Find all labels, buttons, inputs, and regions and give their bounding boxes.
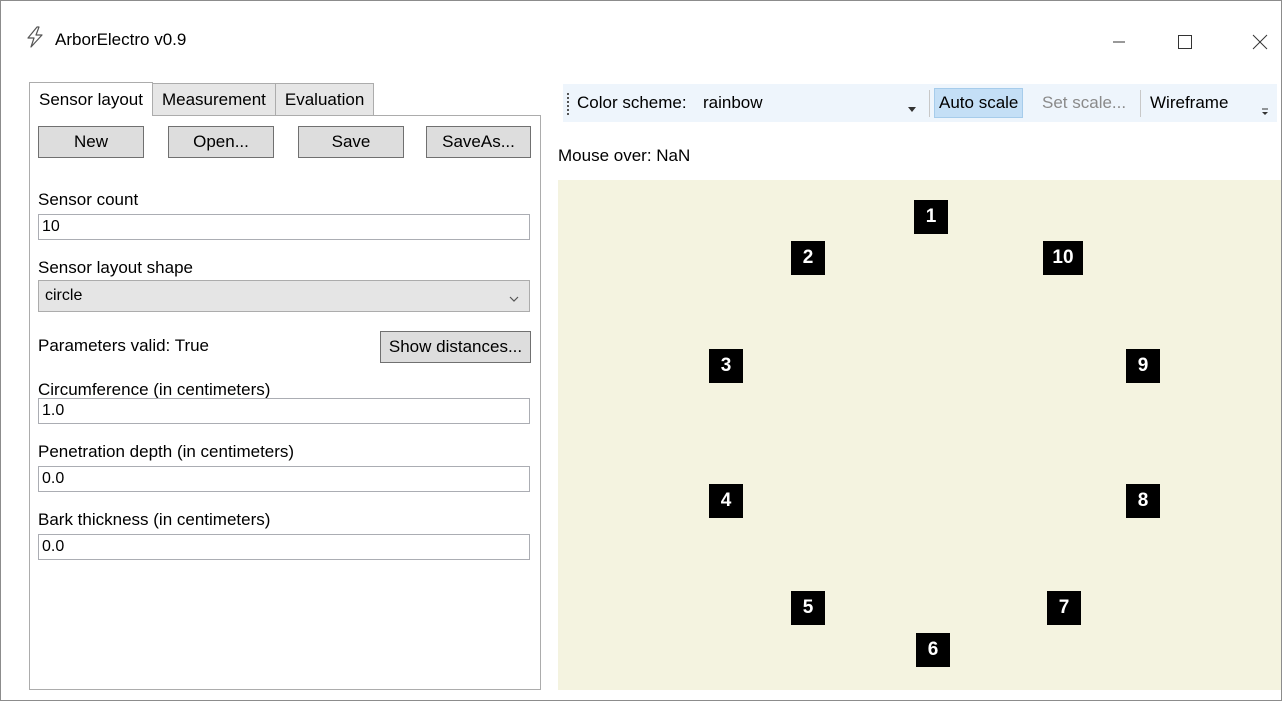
minimize-icon: [1112, 35, 1126, 49]
sensor-count-label: Sensor count: [38, 190, 139, 209]
mouse-over-readout: Mouse over: NaN: [558, 146, 691, 165]
maximize-button[interactable]: [1165, 22, 1205, 62]
open-button[interactable]: Open...: [168, 126, 274, 158]
circumference-field[interactable]: 1.0: [38, 398, 530, 424]
shape-select-value: circle: [45, 287, 83, 304]
chevron-down-icon: [509, 290, 519, 308]
save-button[interactable]: Save: [298, 126, 404, 158]
bark-thickness-field[interactable]: 0.0: [38, 534, 530, 560]
dropdown-arrow-icon: [908, 100, 916, 118]
sensor-marker-9: 9: [1126, 349, 1160, 383]
close-button[interactable]: [1240, 22, 1280, 62]
tab-sensor-layout[interactable]: Sensor layout: [29, 82, 153, 116]
new-button[interactable]: New: [38, 126, 144, 158]
maximize-icon: [1177, 34, 1193, 50]
sensor-marker-2: 2: [791, 241, 825, 275]
tab-strip: Sensor layout Measurement Evaluation: [29, 82, 375, 116]
sensor-marker-8: 8: [1126, 484, 1160, 518]
save-as-button[interactable]: SaveAs...: [426, 126, 531, 158]
color-scheme-value: rainbow: [703, 93, 763, 112]
circumference-label: Circumference (in centimeters): [38, 380, 271, 399]
color-scheme-label: Color scheme:: [577, 93, 687, 112]
toolbar-separator: [929, 90, 930, 117]
sensor-marker-3: 3: [709, 349, 743, 383]
toolbar-overflow-icon[interactable]: [1261, 104, 1269, 122]
window-title: ArborElectro v0.9: [55, 30, 187, 49]
parameters-valid-status: Parameters valid: True: [38, 336, 210, 355]
toolbar-grip[interactable]: [567, 93, 569, 115]
sensor-marker-4: 4: [709, 484, 743, 518]
sensor-marker-7: 7: [1047, 591, 1081, 625]
show-distances-button[interactable]: Show distances...: [380, 331, 531, 363]
auto-scale-button[interactable]: Auto scale: [934, 88, 1024, 118]
sensor-layout-shape-label: Sensor layout shape: [38, 258, 193, 277]
title-bar[interactable]: ArborElectro v0.9: [0, 0, 1282, 64]
penetration-depth-field[interactable]: 0.0: [38, 466, 530, 492]
lightning-icon: [25, 26, 45, 48]
toolbar-separator: [1140, 90, 1141, 117]
sensor-layout-shape-select[interactable]: circle: [38, 280, 530, 312]
tab-evaluation[interactable]: Evaluation: [274, 83, 375, 115]
set-scale-button[interactable]: Set scale...: [1038, 88, 1130, 118]
bark-thickness-label: Bark thickness (in centimeters): [38, 510, 271, 529]
close-icon: [1252, 34, 1268, 50]
sensor-marker-6: 6: [916, 633, 950, 667]
sensor-count-field[interactable]: 10: [38, 214, 530, 240]
tab-measurement[interactable]: Measurement: [151, 83, 276, 115]
sensor-layout-plot[interactable]: 1 2 3 4 5 6 7 8 9 10: [558, 180, 1281, 690]
plot-toolbar: Color scheme: rainbow Auto scale Set sca…: [563, 84, 1277, 122]
color-scheme-select[interactable]: rainbow: [701, 88, 921, 118]
sensor-marker-10: 10: [1043, 241, 1083, 275]
minimize-button[interactable]: [1099, 22, 1139, 62]
sensor-marker-5: 5: [791, 591, 825, 625]
wireframe-button[interactable]: Wireframe: [1146, 88, 1232, 118]
sensor-marker-1: 1: [914, 200, 948, 234]
penetration-depth-label: Penetration depth (in centimeters): [38, 442, 295, 461]
